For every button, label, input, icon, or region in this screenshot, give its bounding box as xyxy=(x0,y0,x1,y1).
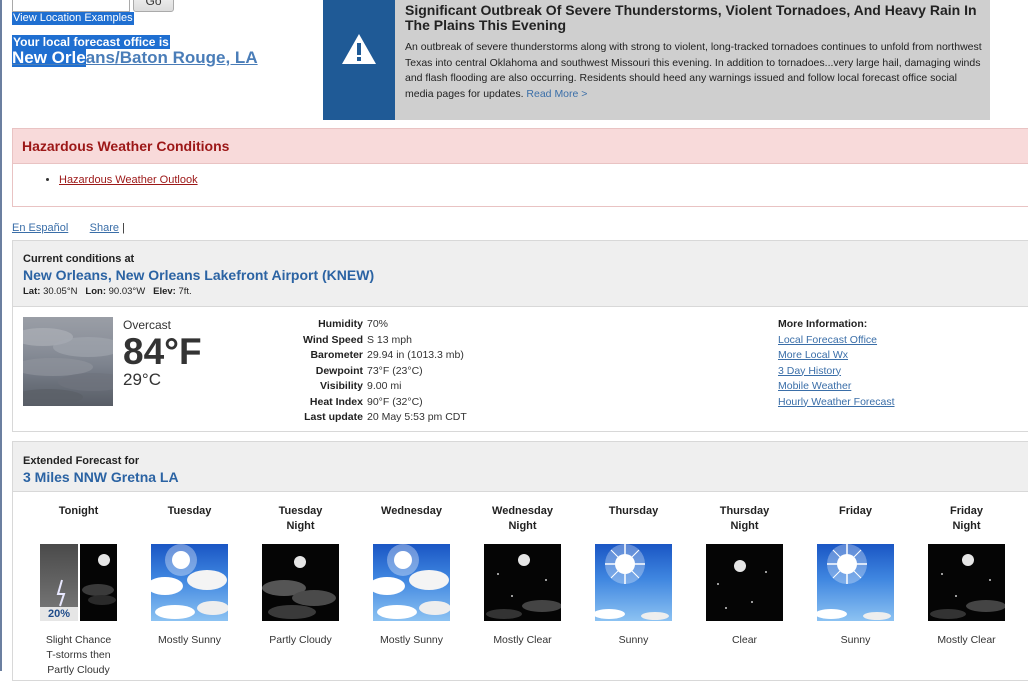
alert-icon-panel xyxy=(323,0,395,120)
station-name: New Orleans, New Orleans Lakefront Airpo… xyxy=(23,267,375,283)
hazardous-weather-outlook-link[interactable]: Hazardous Weather Outlook xyxy=(59,174,198,186)
office-name-rest: ans/Baton Rouge, LA xyxy=(85,48,258,67)
period-name: Thursday Night xyxy=(719,505,770,532)
extended-forecast-header: Extended Forecast for 3 Miles NNW Gretna… xyxy=(13,442,1028,492)
forecast-period-tonight[interactable]: Tonight 20% Slight Chance T-storms then Pa… xyxy=(23,504,134,678)
read-more-link[interactable]: Read More > xyxy=(526,88,587,100)
precip-chance: 20% xyxy=(40,607,78,621)
mostly-sunny-icon xyxy=(151,544,228,621)
alert-banner: Significant Outbreak Of Severe Thunderst… xyxy=(323,0,990,120)
current-conditions-panel: Current conditions at New Orleans, New O… xyxy=(12,240,1028,432)
tstorm-night-icon: 20% xyxy=(40,544,117,621)
sunny-icon xyxy=(817,544,894,621)
overcast-sky-image xyxy=(13,317,128,406)
three-day-history-link[interactable]: 3 Day History xyxy=(778,364,895,380)
more-info-title: More Information: xyxy=(778,318,868,330)
warning-triangle-icon xyxy=(342,34,376,64)
forecast-period-thursday[interactable]: Thursday Sunny xyxy=(578,504,689,648)
share-separator: | xyxy=(122,222,125,234)
detail-row: Humidity 70% xyxy=(318,318,389,330)
current-description: Overcast xyxy=(123,318,172,332)
period-description: Clear xyxy=(731,634,758,646)
mostly-sunny-icon xyxy=(373,544,450,621)
period-name: Friday xyxy=(838,505,872,517)
detail-row: Dewpoint 73°F (23°C) xyxy=(315,364,423,377)
period-name: Wednesday Night xyxy=(492,505,553,532)
mostly-clear-night-icon xyxy=(484,544,561,621)
period-description: Sunny xyxy=(618,634,649,646)
forecast-office-label: Your local forecast office is xyxy=(12,35,170,49)
forecast-period-tuesday[interactable]: Tuesday Mostly Sunny xyxy=(134,504,245,648)
current-conditions-header: Current conditions at New Orleans, New O… xyxy=(13,241,1028,307)
language-share-links: En Español Share | xyxy=(12,222,125,234)
local-forecast-office-link[interactable]: Local Forecast Office xyxy=(778,333,895,349)
period-name: Thursday xyxy=(608,505,659,517)
current-temp-f: 84°F xyxy=(123,331,202,372)
hazard-list: Hazardous Weather Outlook xyxy=(13,164,1028,186)
extended-forecast-location: 3 Miles NNW Gretna LA xyxy=(23,469,179,485)
mobile-weather-link[interactable]: Mobile Weather xyxy=(778,379,895,395)
detail-row: Wind Speed S 13 mph xyxy=(303,333,412,346)
go-button[interactable]: Go xyxy=(133,0,174,12)
location-search-input[interactable] xyxy=(12,0,130,12)
period-name: Tuesday Night xyxy=(278,505,323,532)
detail-row: Barometer 29.94 in (1013.3 mb) xyxy=(310,349,464,361)
forecast-period-tuesday-night[interactable]: Tuesday Night Partly Cloudy xyxy=(245,504,356,648)
extended-forecast-label: Extended Forecast for xyxy=(23,455,140,467)
hourly-weather-forecast-link[interactable]: Hourly Weather Forecast xyxy=(778,395,895,411)
alert-title: Significant Outbreak Of Severe Thunderst… xyxy=(405,2,977,33)
forecast-period-friday-night[interactable]: Friday Night Mostly Clear xyxy=(911,504,1022,648)
hazardous-weather-panel: Hazardous Weather Conditions Hazardous W… xyxy=(12,128,1028,207)
period-description: Partly Cloudy xyxy=(269,634,332,646)
overcast-clouds-icon xyxy=(13,328,128,405)
period-description: Slight Chance T-storms then Partly Cloudy xyxy=(45,634,112,676)
mostly-clear-night-icon xyxy=(928,544,1005,621)
detail-row: Heat Index 90°F (32°C) xyxy=(309,395,423,408)
hazardous-weather-title: Hazardous Weather Conditions xyxy=(13,129,1028,164)
more-local-wx-link[interactable]: More Local Wx xyxy=(778,348,895,364)
period-description: Mostly Clear xyxy=(493,634,552,646)
forecast-period-thursday-night[interactable]: Thursday Night Clear xyxy=(689,504,800,648)
forecast-period-wednesday-night[interactable]: Wednesday Night Mostly Clear xyxy=(467,504,578,648)
en-espanol-link[interactable]: En Español xyxy=(12,222,68,234)
forecast-office-link[interactable]: New Orleans/Baton Rouge, LA xyxy=(12,48,258,68)
current-conditions-label: Current conditions at xyxy=(23,253,135,265)
clear-night-icon xyxy=(706,544,783,621)
period-name: Tonight xyxy=(58,505,99,517)
period-description: Mostly Sunny xyxy=(379,634,444,646)
forecast-period-friday[interactable]: Friday Sunny xyxy=(800,504,911,648)
alert-body-text: An outbreak of severe thunderstorms alon… xyxy=(405,41,982,100)
period-description: Mostly Clear xyxy=(937,634,996,646)
left-border xyxy=(0,0,2,671)
period-name: Friday Night xyxy=(949,505,983,532)
partly-cloudy-night-icon xyxy=(262,544,339,621)
period-description: Mostly Sunny xyxy=(157,634,222,646)
station-lat: 30.05°N xyxy=(43,286,78,297)
period-name: Wednesday xyxy=(381,505,442,517)
share-link[interactable]: Share xyxy=(90,222,119,234)
view-location-examples-link[interactable]: View Location Examples xyxy=(12,12,134,25)
station-lon: 90.03°W xyxy=(108,286,146,297)
station-elev: 7ft. xyxy=(178,286,192,297)
period-description: Sunny xyxy=(840,634,871,646)
station-coordinates: Lat: 30.05°N Lon: 90.03°W Elev: 7ft. xyxy=(23,286,192,297)
extended-forecast-panel: Extended Forecast for 3 Miles NNW Gretna… xyxy=(12,441,1028,681)
current-temp-c: 29°C xyxy=(123,370,161,389)
hazard-item: Hazardous Weather Outlook xyxy=(59,174,1028,186)
period-name: Tuesday xyxy=(167,505,212,517)
forecast-period-wednesday[interactable]: Wednesday Mostly Sunny xyxy=(356,504,467,648)
current-details-table: Humidity 70% Wind Speed S 13 mph Barometer… xyxy=(263,317,467,426)
alert-body: An outbreak of severe thunderstorms alon… xyxy=(405,40,983,102)
detail-row: Visibility 9.00 mi xyxy=(320,380,402,392)
detail-row: Last update 20 May 5:53 pm CDT xyxy=(304,411,467,423)
sunny-icon xyxy=(595,544,672,621)
office-name-selected: New Orle xyxy=(12,48,86,67)
more-information: More Information: Local Forecast Office … xyxy=(778,317,895,410)
